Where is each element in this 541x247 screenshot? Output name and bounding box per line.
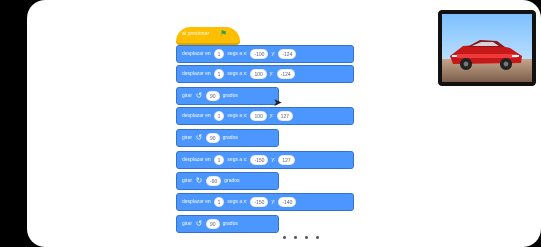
y-input[interactable]: 127 [278, 155, 295, 165]
degrees-input[interactable]: 90 [206, 91, 220, 101]
y-input[interactable]: -140 [278, 197, 297, 207]
car-thumbnail-icon [442, 14, 532, 82]
glide-label-middle: segs a x: [227, 71, 248, 77]
glide-block[interactable]: desplazar en 1 segs a x: 100 y: -124 [176, 65, 354, 83]
turn-label-start: girar [182, 135, 193, 141]
y-input[interactable]: -124 [278, 49, 297, 59]
glide-label-middle: segs a x: [227, 157, 248, 163]
turn-block[interactable]: girar ↺ 90 grados [176, 215, 279, 233]
glide-label-start: desplazar en [182, 113, 211, 119]
duration-input[interactable]: 1 [213, 49, 225, 59]
glide-block[interactable]: desplazar en 1 segs a x: -150 y: -140 [176, 193, 354, 211]
turn-label-end: grados [222, 135, 238, 141]
page-dot[interactable] [305, 235, 308, 239]
glide-label-start: desplazar en [182, 51, 211, 57]
hat-label: al presionar [182, 31, 210, 37]
glide-label-y: y: [271, 199, 276, 205]
glide-label-start: desplazar en [182, 71, 211, 77]
glide-label-middle: segs a x: [227, 51, 248, 57]
glide-block[interactable]: desplazar en 1 segs a x: -100 y: -124 [176, 45, 354, 63]
glide-label-middle: segs a x: [227, 113, 248, 119]
degrees-input[interactable]: -90 [206, 176, 222, 186]
counterclockwise-icon: ↺ [195, 133, 203, 142]
duration-input[interactable]: 1 [213, 111, 225, 121]
glide-label-start: desplazar en [182, 199, 211, 205]
turn-label-start: girar [182, 93, 193, 99]
turn-block[interactable]: girar ↻ -90 grados [176, 172, 279, 190]
x-input[interactable]: -150 [250, 197, 269, 207]
glide-label-middle: segs a x: [227, 199, 248, 205]
turn-block[interactable]: girar ↺ 90 grados [176, 129, 279, 147]
turn-label-end: grados [222, 93, 238, 99]
duration-input[interactable]: 1 [213, 197, 225, 207]
turn-label-end: grados [224, 178, 240, 184]
turn-label-end: grados [222, 221, 238, 227]
glide-label-y: y: [271, 51, 276, 57]
video-preview-thumbnail[interactable] [438, 10, 536, 86]
clockwise-icon: ↻ [195, 176, 203, 185]
page-dot[interactable] [294, 235, 297, 239]
page-dot[interactable] [283, 235, 286, 239]
counterclockwise-icon: ↺ [195, 219, 203, 228]
x-input[interactable]: 100 [250, 111, 267, 121]
glide-label-y: y: [269, 113, 274, 119]
scratch-editor-panel: al presionar ⚑ desplazar en 1 segs a x: … [27, 0, 541, 247]
x-input[interactable]: -150 [250, 155, 269, 165]
pointer-cursor-icon: ➤ [273, 97, 283, 109]
duration-input[interactable]: 1 [213, 155, 225, 165]
counterclockwise-icon: ↺ [195, 91, 203, 100]
pagination-dots[interactable] [283, 234, 335, 240]
y-input[interactable]: 127 [276, 111, 294, 121]
x-input[interactable]: 100 [250, 69, 267, 79]
when-flag-clicked-block[interactable]: al presionar ⚑ [176, 27, 240, 45]
degrees-input[interactable]: 90 [206, 219, 220, 229]
glide-label-y: y: [271, 157, 276, 163]
glide-block[interactable]: desplazar en 1 segs a x: 100 y: 127 [176, 107, 354, 125]
glide-label-y: y: [269, 71, 274, 77]
turn-label-start: girar [182, 221, 193, 227]
glide-block[interactable]: desplazar en 1 segs a x: -150 y: 127 [176, 151, 354, 169]
page-dot[interactable] [316, 235, 319, 239]
y-input[interactable]: -124 [276, 69, 295, 79]
duration-input[interactable]: 1 [213, 69, 225, 79]
scripts-area: al presionar ⚑ desplazar en 1 segs a x: … [176, 15, 396, 235]
glide-label-start: desplazar en [182, 157, 211, 163]
green-flag-icon: ⚑ [220, 29, 228, 38]
turn-label-start: girar [182, 178, 193, 184]
x-input[interactable]: -100 [250, 49, 269, 59]
degrees-input[interactable]: 90 [206, 133, 220, 143]
turn-block[interactable]: girar ↺ 90 grados [176, 87, 279, 105]
